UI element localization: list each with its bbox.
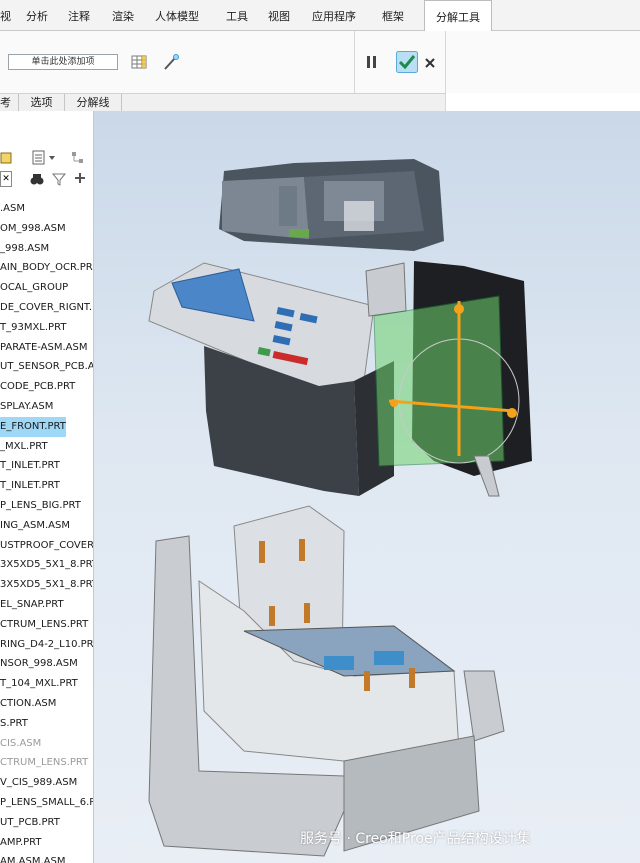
model-tree-item[interactable]: ING_ASM.ASM (0, 516, 93, 536)
model-tree-item[interactable]: PARATE-ASM.ASM (0, 338, 93, 358)
model-tree-item[interactable]: CIS.ASM (0, 734, 93, 754)
confirm-check-icon[interactable] (396, 51, 418, 73)
model-tree-item[interactable]: P_LENS_BIG.PRT (0, 496, 93, 516)
model-tree-item[interactable]: DE_COVER_RIGNT.P (0, 298, 93, 318)
model-tree: ✕ .ASM OM_998.ASM _998.ASM AIN_BODY_OCR.PR O… (0, 111, 94, 863)
tab-view-partial[interactable]: 视 (0, 0, 14, 30)
model-tree-item[interactable]: RING_D4-2_L10.PRT (0, 635, 93, 655)
model-tree-toolbar: ✕ (0, 149, 93, 193)
model-tree-item[interactable]: T_93MXL.PRT (0, 318, 93, 338)
wand-icon[interactable] (162, 53, 180, 71)
model-tree-item[interactable]: 3X5XD5_5X1_8.PRT (0, 575, 93, 595)
ribbon-divider (445, 31, 446, 111)
model-tree-item[interactable]: _MXL.PRT (0, 437, 93, 457)
model-tree-item[interactable]: T_INLET.PRT (0, 456, 93, 476)
model-tree-item[interactable]: _998.ASM (0, 239, 93, 259)
model-tree-item[interactable]: E_FRONT.PRT (0, 416, 66, 437)
model-tree-item[interactable]: 3X5XD5_5X1_8.PRT (0, 555, 93, 575)
tab-explode-tool[interactable]: 分解工具 (424, 0, 492, 31)
show-dropdown-icon[interactable] (32, 150, 58, 166)
tab-explode-lines[interactable]: 分解线 (65, 94, 122, 112)
tab-applications[interactable]: 应用程序 (312, 0, 368, 30)
filter-icon[interactable] (52, 172, 66, 186)
model-tree-item[interactable]: CTION.ASM (0, 694, 93, 714)
tree-columns-icon[interactable] (70, 150, 86, 166)
tree-settings-icon[interactable] (0, 151, 14, 165)
tab-render[interactable]: 渲染 (112, 0, 140, 30)
model-tree-item[interactable]: AIN_BODY_OCR.PR (0, 258, 93, 278)
model-tree-item[interactable]: AMP.PRT (0, 833, 93, 853)
tab-view[interactable]: 视图 (268, 0, 296, 30)
tab-annotate[interactable]: 注释 (68, 0, 96, 30)
model-tree-item[interactable]: S.PRT (0, 714, 93, 734)
model-tree-item[interactable]: P_LENS_SMALL_6.P (0, 793, 93, 813)
graphics-viewport[interactable] (94, 111, 640, 863)
watermark-text: 服务号 · Creo和Proe产品结构设计集 (300, 831, 531, 847)
close-icon[interactable] (424, 57, 436, 69)
base-housing[interactable] (148, 505, 505, 857)
tab-reference-partial[interactable]: 考 (0, 94, 19, 112)
model-tree-item[interactable]: AM.ASM.ASM (0, 852, 93, 863)
tab-manikin[interactable]: 人体模型 (155, 0, 211, 30)
add-item-collector[interactable]: 单击此处添加项 (8, 54, 118, 70)
grid-icon[interactable] (131, 55, 147, 69)
model-tree-item[interactable]: V_CIS_989.ASM (0, 773, 93, 793)
binoculars-icon[interactable] (30, 172, 44, 186)
model-tree-item[interactable]: EL_SNAP.PRT (0, 595, 93, 615)
model-tree-item[interactable]: OCAL_GROUP (0, 278, 93, 298)
model-tree-item[interactable]: CTRUM_LENS.PRT (0, 753, 93, 773)
model-tree-item[interactable]: UT_SENSOR_PCB.A (0, 357, 93, 377)
tab-options[interactable]: 选项 (19, 94, 65, 112)
tab-framework[interactable]: 框架 (382, 0, 410, 30)
model-tree-item[interactable]: T_INLET.PRT (0, 476, 93, 496)
model-tree-item[interactable]: CODE_PCB.PRT (0, 377, 93, 397)
model-tree-item[interactable]: USTPROOF_COVER. (0, 536, 93, 556)
model-tree-item[interactable]: .ASM (0, 199, 93, 219)
model-tree-item[interactable]: NSOR_998.ASM (0, 654, 93, 674)
dashboard-tabs: 考 选项 分解线 (0, 93, 445, 113)
explode-view-model (148, 159, 532, 857)
model-tree-item[interactable]: SPLAY.ASM (0, 397, 93, 417)
tab-tools[interactable]: 工具 (226, 0, 254, 30)
pause-icon[interactable] (366, 55, 378, 69)
display-panel-assembly[interactable] (148, 262, 394, 496)
model-tree-item[interactable]: T_104_MXL.PRT (0, 674, 93, 694)
top-feeder-module[interactable] (219, 159, 444, 251)
ribbon-tab-bar: 视 分析 注释 渲染 人体模型 工具 视图 应用程序 框架 分解工具 (0, 0, 640, 31)
tab-analysis[interactable]: 分析 (26, 0, 54, 30)
search-clear-box[interactable]: ✕ (0, 171, 12, 187)
model-tree-item[interactable]: OM_998.ASM (0, 219, 93, 239)
model-tree-item[interactable]: CTRUM_LENS.PRT (0, 615, 93, 635)
add-icon[interactable] (74, 172, 86, 184)
selected-front-component[interactable] (365, 261, 532, 497)
model-tree-item[interactable]: UT_PCB.PRT (0, 813, 93, 833)
